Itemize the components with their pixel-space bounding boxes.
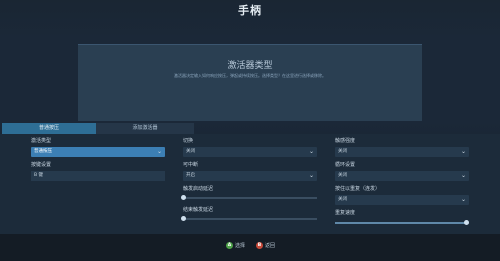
hold-to-repeat-dropdown[interactable]: 关闭 ⌄ bbox=[335, 195, 469, 205]
select-label: 选择 bbox=[235, 243, 246, 249]
interruptible-value: 开启 bbox=[186, 173, 195, 178]
back-label: 返回 bbox=[265, 243, 276, 249]
haptic-strength-label: 触感强度 bbox=[335, 138, 356, 144]
tab-bar: 普通按压 添加激活器 bbox=[0, 123, 500, 134]
hold-to-repeat-value: 关闭 bbox=[338, 197, 347, 202]
fire-end-delay-label: 结束触发延迟 bbox=[183, 207, 214, 213]
chevron-down-icon: ⌄ bbox=[308, 148, 314, 155]
chevron-down-icon: ⌄ bbox=[460, 148, 466, 155]
slider-fill bbox=[335, 222, 467, 224]
back-hint[interactable]: B 返回 bbox=[256, 242, 275, 250]
chevron-down-icon: ⌄ bbox=[308, 172, 314, 179]
b-button-icon: B bbox=[256, 242, 263, 249]
slider-track bbox=[183, 218, 317, 220]
cycle-label: 循环设置 bbox=[335, 162, 356, 168]
chevron-down-icon: ⌄ bbox=[156, 148, 162, 155]
page-title: 手柄 bbox=[238, 4, 262, 17]
interruptible-dropdown[interactable]: 开启 ⌄ bbox=[183, 171, 317, 181]
slider-knob[interactable] bbox=[464, 220, 470, 225]
tab-regular-press[interactable]: 普通按压 bbox=[2, 123, 96, 134]
hold-to-repeat-label: 按住以重复（连发） bbox=[335, 186, 381, 192]
interruptible-label: 可中断 bbox=[183, 162, 199, 168]
activator-type-value: 普通按压 bbox=[34, 149, 52, 154]
cycle-value: 关闭 bbox=[338, 173, 347, 178]
a-button-icon: A bbox=[226, 242, 233, 249]
tab-add-activator[interactable]: 添加激活器 bbox=[96, 123, 194, 134]
haptic-strength-dropdown[interactable]: 关闭 ⌄ bbox=[335, 147, 469, 157]
fire-start-delay-label: 触发启动延迟 bbox=[183, 186, 214, 192]
toggle-label: 切换 bbox=[183, 138, 194, 144]
chevron-down-icon: ⌄ bbox=[460, 196, 466, 203]
fire-end-delay-slider[interactable] bbox=[181, 214, 317, 224]
select-hint[interactable]: A 选择 bbox=[226, 242, 245, 250]
slider-knob[interactable] bbox=[181, 216, 186, 221]
repeat-rate-label: 重复速度 bbox=[335, 210, 356, 216]
toggle-dropdown[interactable]: 关闭 ⌄ bbox=[183, 147, 317, 157]
repeat-rate-slider[interactable] bbox=[335, 218, 470, 228]
cycle-dropdown[interactable]: 关闭 ⌄ bbox=[335, 171, 469, 181]
haptic-strength-value: 关闭 bbox=[338, 149, 347, 154]
activator-type-label: 激活类型 bbox=[31, 138, 52, 144]
slider-knob[interactable] bbox=[181, 195, 186, 200]
activator-type-dropdown[interactable]: 普通按压 ⌄ bbox=[31, 147, 165, 157]
dialog-title: 激活器类型 bbox=[227, 61, 273, 71]
key-binding-label: 按键设置 bbox=[31, 162, 52, 168]
slider-track bbox=[183, 197, 317, 199]
settings-panel: 激活类型 普通按压 ⌄ 按键设置 B 键 切换 关闭 ⌄ 可中断 开启 ⌄ 触发… bbox=[0, 134, 500, 234]
fire-start-delay-slider[interactable] bbox=[181, 193, 317, 203]
dialog-description: 激活器决定输入如何响应按压，弹起或持续按压。选择类型？在这里进行选择或移除。 bbox=[174, 73, 326, 78]
footer-bar: A 选择 B 返回 bbox=[0, 234, 500, 261]
toggle-value: 关闭 bbox=[186, 149, 195, 154]
activator-type-dialog: 激活器类型 激活器决定输入如何响应按压，弹起或持续按压。选择类型？在这里进行选择… bbox=[78, 44, 422, 121]
key-binding-value: B 键 bbox=[34, 173, 44, 178]
chevron-down-icon: ⌄ bbox=[460, 172, 466, 179]
key-binding-field[interactable]: B 键 bbox=[31, 171, 165, 181]
